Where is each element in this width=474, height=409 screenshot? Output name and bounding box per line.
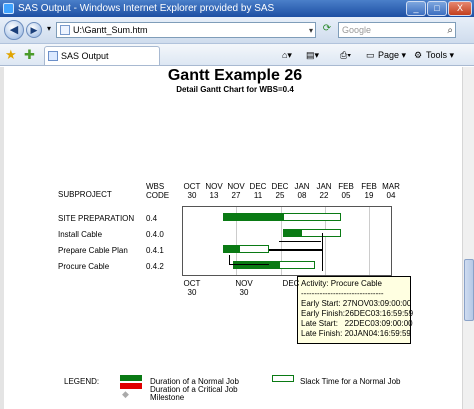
back-icon[interactable]: ◀ (4, 20, 24, 40)
print-icon[interactable]: ⎙▾ (340, 48, 351, 62)
top-tick-month: JAN (294, 182, 310, 191)
page-menu-icon: ▭ (366, 50, 375, 60)
top-tick-day: 22 (319, 191, 329, 200)
top-tick-month: DEC (271, 182, 289, 191)
page-icon (60, 25, 70, 35)
navigation-bar: ◀ ▶ ▾ U:\Gantt_Sum.htm ▾ ⟳ Google ⌕ (0, 17, 474, 44)
procure-cable-slack-bar[interactable] (279, 261, 315, 269)
ie-icon (3, 3, 14, 14)
gantt-chart-area (182, 206, 392, 276)
tools-gear-icon: ⚙ (414, 50, 423, 60)
scrollbar-thumb[interactable] (464, 259, 474, 321)
title-bar: SAS Output - Windows Internet Explorer p… (0, 0, 474, 17)
top-tick-day: 27 (231, 191, 241, 200)
tab-label: SAS Output (61, 51, 109, 61)
top-tick-day: 08 (297, 191, 307, 200)
close-button[interactable]: X (448, 1, 472, 16)
milestone-diamond-icon: ◆ (122, 389, 129, 399)
maximize-button[interactable]: □ (427, 1, 447, 16)
page-content: Gantt Example 26 Detail Gantt Chart for … (0, 67, 462, 409)
search-placeholder: Google (342, 25, 372, 35)
row-name: SITE PREPARATION (58, 214, 135, 223)
tools-menu-label: Tools (426, 50, 448, 60)
bottom-tick-month: OCT (183, 279, 201, 288)
row-wbs: 0.4.2 (146, 262, 164, 271)
legend-label: LEGEND: (64, 377, 100, 386)
history-dropdown-icon[interactable]: ▾ (42, 22, 56, 36)
favorites-star-icon[interactable]: ★ (5, 48, 17, 62)
feeds-icon[interactable]: ▤▾ (306, 48, 319, 62)
top-tick-day: 13 (209, 191, 219, 200)
address-bar[interactable]: U:\Gantt_Sum.htm ▾ (56, 22, 316, 38)
row-wbs: 0.4 (146, 214, 158, 223)
row-wbs: 0.4.1 (146, 246, 164, 255)
home-icon[interactable]: ⌂▾ (282, 48, 292, 62)
vertical-scrollbar[interactable] (462, 67, 474, 409)
subproject-header: SUBPROJECT (58, 190, 112, 199)
tools-menu-button[interactable]: Tools ▾ (426, 48, 454, 62)
page-menu-label: Page (378, 50, 400, 60)
legend-normal-swatch (120, 375, 142, 381)
install-cable-duration-bar[interactable] (283, 229, 301, 237)
top-tick-month: DEC (249, 182, 267, 191)
row-name: Procure Cable (58, 262, 110, 271)
install-cable-slack-bar[interactable] (301, 229, 341, 237)
wbs-header-line2: CODE (146, 191, 170, 200)
site-prep-duration-bar[interactable] (223, 213, 283, 221)
top-tick-month: OCT (183, 182, 201, 191)
site-prep-slack-bar[interactable] (283, 213, 341, 221)
tab-page-icon (48, 51, 58, 61)
bottom-tick-month: NOV (235, 279, 253, 288)
search-icon[interactable]: ⌕ (447, 24, 453, 38)
address-text: U:\Gantt_Sum.htm (73, 25, 148, 35)
dependency-line (269, 249, 322, 251)
legend-slack-label: Slack Time for a Normal Job (300, 377, 401, 386)
bottom-tick-month: DEC (282, 279, 300, 288)
window-title: SAS Output - Windows Internet Explorer p… (18, 3, 275, 14)
add-favorite-icon[interactable]: ✚ (24, 48, 35, 62)
minimize-button[interactable]: _ (406, 1, 426, 16)
row-name: Prepare Cable Plan (58, 246, 128, 255)
top-tick-month: NOV (227, 182, 245, 191)
top-tick-day: 11 (253, 191, 263, 200)
refresh-spacer (324, 22, 338, 36)
dependency-line (322, 233, 323, 271)
search-input[interactable]: Google ⌕ (338, 22, 456, 38)
grid-line (369, 207, 370, 275)
top-tick-day: 30 (187, 191, 197, 200)
legend-milestone-label: Milestone (150, 393, 185, 402)
bottom-tick-day: 30 (239, 288, 249, 297)
top-tick-month: FEB (338, 182, 354, 191)
report-title: Gantt Example 26 (167, 67, 303, 84)
dependency-line (279, 241, 321, 242)
bottom-tick-day: 30 (187, 288, 197, 297)
top-tick-month: FEB (361, 182, 377, 191)
top-tick-day: 05 (341, 191, 351, 200)
top-tick-day: 19 (364, 191, 374, 200)
forward-icon[interactable]: ▶ (26, 22, 42, 38)
top-tick-month: MAR (382, 182, 400, 191)
tab-sas-output[interactable]: SAS Output (44, 46, 160, 65)
top-tick-day: 25 (275, 191, 285, 200)
top-tick-day: 04 (386, 191, 396, 200)
cable-plan-duration-bar[interactable] (223, 245, 239, 253)
top-tick-month: JAN (316, 182, 332, 191)
legend-slack-swatch (272, 375, 294, 382)
cable-plan-slack-bar[interactable] (239, 245, 269, 253)
top-tick-month: NOV (205, 182, 223, 191)
address-dropdown-icon[interactable]: ▾ (309, 24, 313, 38)
report-subtitle: Detail Gantt Chart for WBS=0.4 (176, 85, 294, 94)
row-wbs: 0.4.0 (146, 230, 164, 239)
dependency-line (229, 255, 269, 265)
activity-tooltip: Activity: Procure Cable ----------------… (297, 276, 413, 344)
tab-bar: ★ ✚ SAS Output ⌂▾ ▤▾ ⎙▾ ▭ Page ▾ ⚙ Tools… (0, 44, 474, 66)
page-menu-button[interactable]: Page ▾ (378, 48, 406, 62)
row-name: Install Cable (58, 230, 103, 239)
browser-window: SAS Output - Windows Internet Explorer p… (0, 0, 474, 409)
